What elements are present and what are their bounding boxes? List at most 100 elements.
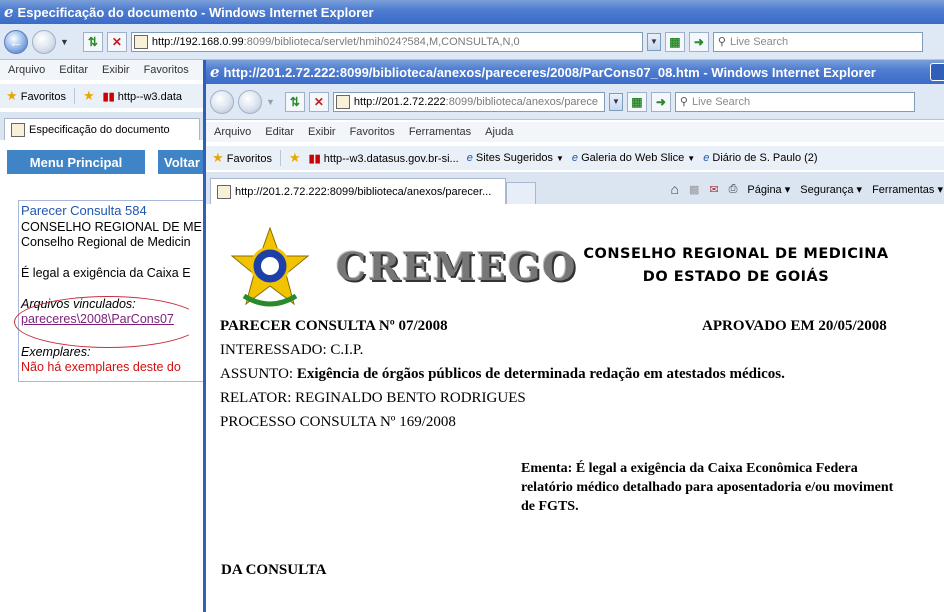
fav-link-diario[interactable]: e Diário de S. Paulo (2) [703, 152, 817, 164]
menu-arquivo[interactable]: Arquivo [8, 64, 45, 76]
main-address-toolbar: ← → ▼ ⇅ ✕ http://192.168.0.99:8099/bibli… [0, 24, 944, 60]
page-icon [133, 34, 148, 49]
org-name-line-1: CONSELHO REGIONAL DE MEDICINA [583, 246, 889, 262]
chevron-down-icon: ▼ [556, 154, 564, 163]
menu-editar[interactable]: Editar [265, 126, 294, 138]
popup-stop-button[interactable]: ✕ [308, 91, 329, 112]
popup-address-toolbar: ← → ▼ ⇅ ✕ http://201.2.72.222:8099/bibli… [206, 84, 944, 120]
history-dropdown-icon[interactable]: ▼ [60, 37, 69, 47]
back-button[interactable]: ← [4, 29, 28, 54]
menu-editar[interactable]: Editar [59, 64, 88, 76]
popup-menubar: Arquivo Editar Exibir Favoritos Ferramen… [206, 122, 944, 142]
mail-icon[interactable]: ✉ [709, 183, 718, 196]
fav-link-label: http--w3.datasus.gov.br-si... [323, 152, 459, 165]
main-window-title: Especificação do documento - Windows Int… [17, 4, 374, 20]
assunto: ASSUNTO: Exigência de órgãos públicos de… [220, 366, 785, 383]
compatibility-button[interactable]: ▦ [664, 31, 685, 52]
go-button[interactable]: ➜ [688, 31, 709, 52]
refresh-icon: ⇅ [87, 34, 98, 49]
org-name-line-2: DO ESTADO DE GOIÁS [642, 269, 830, 285]
forward-arrow-icon: → [37, 33, 51, 50]
record-line-1: CONSELHO REGIONAL DE ME [21, 220, 202, 234]
command-pagina[interactable]: Página ▾ [747, 183, 790, 196]
main-window-titlebar[interactable]: e Especificação do documento - Windows I… [0, 0, 944, 24]
section-heading: DA CONSULTA [221, 562, 327, 578]
popup-address-input[interactable]: http://201.2.72.222:8099/biblioteca/anex… [332, 91, 605, 112]
compatibility-button[interactable]: ▦ [626, 91, 647, 112]
command-seguranca[interactable]: Segurança ▾ [800, 183, 862, 196]
ie-page-icon: e [466, 152, 473, 164]
menu-ferramentas[interactable]: Ferramentas [409, 126, 471, 138]
assunto-label: ASSUNTO: [220, 366, 294, 382]
menu-ajuda[interactable]: Ajuda [485, 126, 513, 138]
menu-arquivo[interactable]: Arquivo [214, 126, 251, 138]
feeds-icon[interactable]: ▩ [689, 183, 699, 196]
new-tab-button[interactable] [506, 182, 536, 204]
search-placeholder: Live Search [729, 35, 789, 48]
popup-favorites-bar: ★ Favoritos ★ ▮▮ http--w3.datasus.gov.br… [206, 146, 944, 170]
menu-favoritos[interactable]: Favoritos [144, 64, 189, 76]
ie-logo-icon: e [210, 63, 220, 81]
menu-principal-button[interactable]: Menu Principal [7, 150, 145, 174]
brazil-coat-of-arms-icon [230, 226, 310, 307]
go-button[interactable]: ➜ [650, 91, 671, 112]
main-tab-active[interactable]: Especificação do documento [4, 118, 200, 140]
page-icon [335, 94, 350, 109]
back-arrow-icon: ← [215, 93, 229, 110]
history-dropdown-icon[interactable]: ▼ [266, 97, 275, 107]
main-search-input[interactable]: ⚲ Live Search [712, 31, 923, 52]
add-favorite-icon[interactable]: ★ [83, 88, 95, 104]
interessado: INTERESSADO: C.I.P. [220, 342, 364, 358]
ementa: Ementa: É legal a exigência da Caixa Eco… [521, 459, 893, 516]
menu-exibir[interactable]: Exibir [102, 64, 130, 76]
print-icon[interactable]: ⎙ [729, 183, 738, 196]
popup-back-button[interactable]: ← [210, 89, 234, 114]
cremego-logo: CREMEGO [336, 244, 578, 289]
address-dropdown-button[interactable]: ▼ [608, 92, 623, 111]
main-address-input[interactable]: http://192.168.0.99:8099/biblioteca/serv… [130, 31, 643, 52]
fav-link-sites-sugeridos[interactable]: e Sites Sugeridos ▼ [467, 152, 564, 164]
relator: RELATOR: REGINALDO BENTO RODRIGUES [220, 390, 526, 406]
toolbar-separator [73, 88, 75, 104]
record-panel: Parecer Consulta 584 CONSELHO REGIONAL D… [18, 200, 203, 382]
stop-icon: ✕ [111, 34, 122, 49]
ie-page-icon: e [703, 152, 710, 164]
address-dropdown-button[interactable]: ▼ [646, 32, 661, 51]
add-favorite-icon[interactable]: ★ [289, 150, 301, 166]
fav-link-label: http--w3.data [117, 90, 182, 103]
popup-tab-active[interactable]: http://201.2.72.222:8099/biblioteca/anex… [210, 178, 506, 204]
star-icon: ★ [212, 150, 224, 165]
popup-search-input[interactable]: ⚲ Live Search [674, 91, 915, 112]
popup-minimize-button[interactable] [930, 63, 944, 81]
forward-button[interactable]: → [32, 29, 56, 54]
stop-icon: ✕ [313, 94, 324, 109]
refresh-button[interactable]: ⇅ [82, 31, 103, 52]
menu-favoritos[interactable]: Favoritos [350, 126, 395, 138]
command-ferramentas[interactable]: Ferramentas ▾ [872, 183, 943, 196]
star-icon: ★ [6, 88, 18, 103]
favorites-center-button[interactable]: ★ Favoritos [212, 150, 272, 166]
tab-page-icon [11, 122, 25, 137]
fav-link-datasus[interactable]: ▮▮ http--w3.data [103, 90, 182, 103]
main-favorites-bar: ★ Favoritos ★ ▮▮ http--w3.data [0, 84, 203, 108]
back-arrow-icon: ← [9, 33, 23, 50]
stop-button[interactable]: ✕ [106, 31, 127, 52]
home-icon[interactable]: ⌂ [671, 181, 679, 197]
popup-refresh-button[interactable]: ⇅ [284, 91, 305, 112]
fav-link-datasus[interactable]: ▮▮ http--w3.datasus.gov.br-si... [309, 152, 459, 165]
processo: PROCESSO CONSULTA Nº 169/2008 [220, 414, 456, 430]
tab-title: http://201.2.72.222:8099/biblioteca/anex… [235, 185, 492, 198]
favorites-label: Favoritos [226, 153, 272, 165]
popup-titlebar[interactable]: e http://201.2.72.222:8099/biblioteca/an… [206, 60, 944, 84]
voltar-button[interactable]: Voltar [158, 150, 203, 174]
command-label: Segurança [800, 183, 854, 196]
search-icon: ⚲ [717, 36, 726, 48]
fav-link-web-slice[interactable]: e Galeria do Web Slice ▼ [572, 152, 695, 164]
popup-forward-button[interactable]: → [238, 89, 262, 114]
favorites-center-button[interactable]: ★ Favoritos [6, 88, 66, 104]
go-arrow-icon: ➜ [655, 94, 666, 109]
search-placeholder: Live Search [691, 95, 751, 108]
fav-link-label: Sites Sugeridos [475, 152, 553, 164]
annotation-ellipse [14, 296, 202, 348]
menu-exibir[interactable]: Exibir [308, 126, 336, 138]
